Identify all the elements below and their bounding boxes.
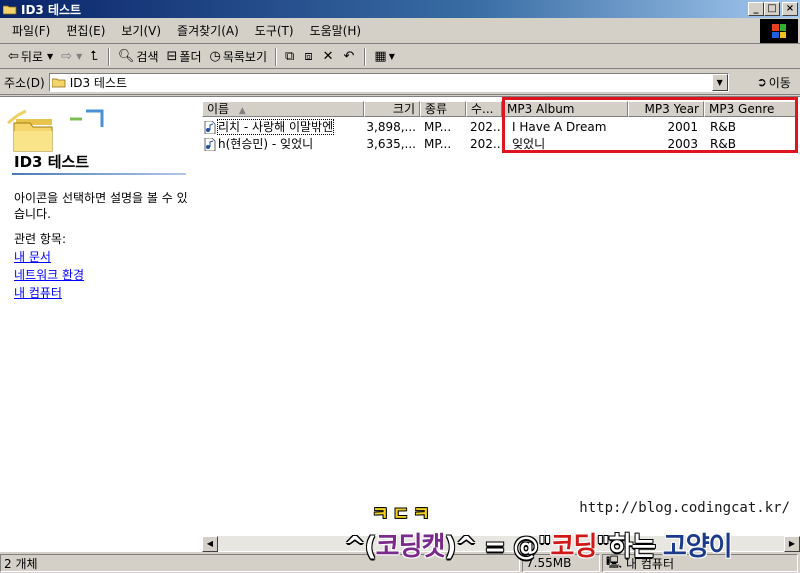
link-my-documents[interactable]: 내 문서	[14, 248, 84, 266]
go-label: 이동	[768, 75, 791, 90]
move-to-icon: ⧉	[285, 49, 295, 64]
close-button[interactable]: ×	[782, 2, 798, 16]
window-title: ID3 테스트	[21, 2, 82, 17]
menu-tools[interactable]: 도구(T)	[247, 22, 302, 39]
related-links: 내 문서 네트워크 환경 내 컴퓨터	[14, 248, 84, 302]
web-view-pane: ID3 테스트 아이콘을 선택하면 설명을 볼 수 있습니다. 관련 항목: 내…	[0, 97, 200, 553]
address-input[interactable]: ID3 테스트 ▼	[48, 72, 729, 92]
go-button[interactable]: ➲ 이동	[757, 74, 791, 91]
audio-file-icon	[204, 138, 216, 151]
toolbar-separator	[275, 47, 278, 66]
back-arrow-icon: ⇦	[8, 49, 19, 64]
horizontal-scrollbar[interactable]: ◀ ▶	[202, 535, 800, 552]
folders-button[interactable]: ⊟ 폴더	[163, 47, 206, 67]
status-size: 7.55MB	[522, 554, 600, 572]
menu-help[interactable]: 도움말(H)	[302, 22, 370, 39]
minimize-button[interactable]: _	[748, 2, 764, 16]
menu-bar: 파일(F) 편집(E) 보기(V) 즐겨찾기(A) 도구(T) 도움말(H)	[0, 18, 800, 44]
windows-logo-icon	[760, 19, 798, 43]
title-bar: ID3 테스트 _ □ ×	[0, 0, 800, 18]
menu-favorites[interactable]: 즐겨찾기(A)	[169, 22, 247, 39]
history-button[interactable]: ◷ 목록보기	[206, 47, 272, 67]
file-size: 3,898,...	[366, 120, 416, 134]
toolbar-separator	[107, 47, 110, 66]
forward-arrow-icon: ⇨	[61, 49, 73, 64]
toolbar-separator	[364, 47, 367, 66]
pane-title: ID3 테스트	[14, 153, 90, 171]
toolbar: ⇦ 뒤로 ▼ ⇨ ▼ ⮤ 🔍︎ 검색 ⊟ 폴더 ◷ 목록보기 ⧉ ⧈ ✕ ↶ ▦…	[0, 45, 800, 69]
list-label: 목록보기	[222, 50, 268, 64]
back-button[interactable]: ⇦ 뒤로 ▼	[4, 47, 57, 67]
computer-icon: 🖳	[606, 554, 623, 569]
status-bar: 2 개체 7.55MB 🖳 내 컴퓨터	[0, 552, 800, 573]
column-header-size[interactable]: 크기	[364, 101, 420, 117]
file-modified: 202...	[470, 120, 500, 134]
menu-view[interactable]: 보기(V)	[113, 22, 169, 39]
chevron-down-icon[interactable]: ▼	[47, 52, 53, 61]
file-type: MP...	[424, 120, 452, 134]
folder-icon	[3, 5, 17, 14]
column-header-type[interactable]: 종류	[420, 101, 466, 117]
forward-button[interactable]: ⇨ ▼	[57, 47, 86, 67]
folders-icon: ⊟	[166, 49, 178, 64]
search-button[interactable]: 🔍︎ 검색	[114, 47, 163, 67]
sort-ascending-icon: ▲	[238, 106, 246, 116]
chevron-down-icon[interactable]: ▼	[76, 52, 82, 61]
folder-icon	[51, 78, 66, 87]
scroll-left-icon[interactable]: ◀	[202, 536, 218, 552]
scroll-right-icon[interactable]: ▶	[784, 536, 800, 552]
menu-file[interactable]: 파일(F)	[4, 22, 58, 39]
highlight-box	[502, 97, 798, 153]
folder-up-icon: ⮤	[90, 49, 98, 64]
file-type: MP...	[424, 137, 452, 151]
address-label: 주소(D)	[4, 75, 45, 90]
chevron-down-icon[interactable]: ▼	[389, 52, 395, 61]
copy-to-icon: ⧈	[304, 49, 313, 64]
menu-edit[interactable]: 편집(E)	[58, 22, 113, 39]
address-dropdown-button[interactable]: ▼	[711, 73, 728, 91]
delete-icon: ✕	[322, 49, 334, 64]
file-name: 리치 - 사랑해 이말밖엔	[216, 119, 335, 135]
column-header-name[interactable]: 이름 ▲	[202, 101, 364, 117]
copy-to-button[interactable]: ⧈	[300, 47, 318, 67]
move-to-button[interactable]: ⧉	[281, 47, 300, 67]
pane-divider	[12, 173, 186, 175]
related-label: 관련 항목:	[14, 232, 67, 246]
maximize-button[interactable]: □	[764, 2, 780, 16]
search-label: 검색	[136, 50, 159, 64]
history-icon: ◷	[209, 49, 221, 64]
address-value: ID3 테스트	[69, 75, 128, 90]
column-header-modified[interactable]: 수...	[466, 101, 502, 117]
audio-file-icon	[204, 121, 216, 134]
search-icon: 🔍︎	[117, 49, 135, 64]
back-label: 뒤로	[20, 50, 43, 64]
link-my-computer[interactable]: 내 컴퓨터	[14, 284, 84, 302]
large-folder-icon	[7, 109, 104, 152]
delete-button[interactable]: ✕	[319, 47, 340, 67]
file-modified: 202...	[470, 137, 500, 151]
go-arrow-icon: ➲	[756, 75, 767, 89]
address-bar: 주소(D) ID3 테스트 ▼ ➲ 이동	[0, 70, 800, 95]
up-button[interactable]: ⮤	[86, 47, 104, 67]
link-network-places[interactable]: 네트워크 환경	[14, 266, 84, 284]
pane-header: ID3 테스트	[0, 97, 200, 175]
views-button[interactable]: ▦ ▼	[370, 47, 398, 67]
status-location: 🖳 내 컴퓨터	[602, 554, 798, 572]
pane-description: 아이콘을 선택하면 설명을 볼 수 있습니다.	[14, 191, 188, 221]
file-list: 이름 ▲ 크기 종류 수... MP3 Album MP3 Year MP3 G…	[202, 101, 800, 553]
folders-label: 폴더	[179, 50, 202, 64]
column-name-label: 이름	[207, 102, 230, 116]
undo-button[interactable]: ↶	[340, 47, 361, 67]
content-area: ID3 테스트 아이콘을 선택하면 설명을 볼 수 있습니다. 관련 항목: 내…	[0, 96, 800, 552]
status-location-label: 내 컴퓨터	[626, 556, 674, 571]
views-icon: ▦	[374, 49, 387, 64]
file-size: 3,635,...	[366, 137, 416, 151]
undo-icon: ↶	[343, 49, 355, 64]
status-count: 2 개체	[0, 554, 520, 572]
file-name: h(현승민) - 잊었니	[218, 137, 314, 151]
